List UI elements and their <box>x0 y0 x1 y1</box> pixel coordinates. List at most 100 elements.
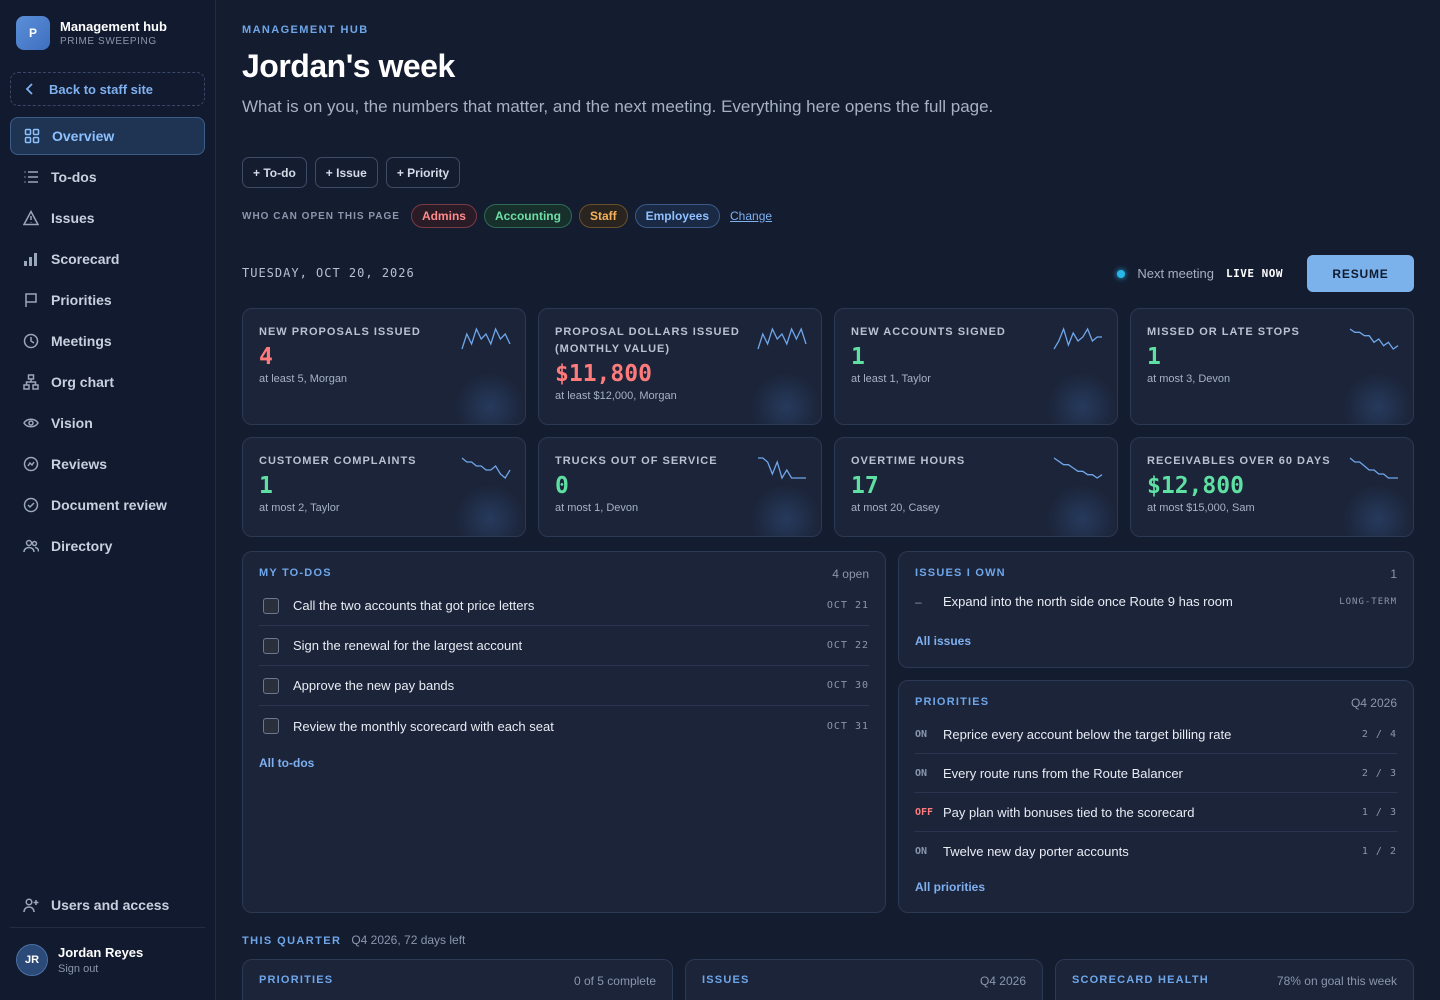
add-issue-button[interactable]: + Issue <box>314 157 378 188</box>
change-access-link[interactable]: Change <box>730 209 772 223</box>
metric-card[interactable]: CUSTOMER COMPLAINTS 1 at most 2, Taylor <box>242 437 526 537</box>
priority-progress: 1 / 3 <box>1361 806 1397 818</box>
panel-title: PRIORITIES <box>915 696 990 708</box>
quarter-priorities-card[interactable]: PRIORITIES 0 of 5 complete <box>242 959 673 1000</box>
sign-out-link[interactable]: Sign out <box>58 963 143 975</box>
card-meta: 0 of 5 complete <box>573 974 656 988</box>
live-now-badge: LIVE NOW <box>1226 267 1283 280</box>
todo-checkbox[interactable] <box>263 637 279 654</box>
back-label: Back to staff site <box>49 81 154 97</box>
priority-list: ON Reprice every account below the targe… <box>915 715 1397 871</box>
sidebar-item-meetings[interactable]: Meetings <box>10 322 205 360</box>
card-meta: 78% on goal this week <box>1276 974 1397 988</box>
issues-count: 1 <box>1390 567 1397 581</box>
sparkline-chart <box>1349 328 1399 350</box>
priority-status: OFF <box>915 806 934 818</box>
priority-status: ON <box>915 728 928 740</box>
todo-checkbox[interactable] <box>263 677 279 694</box>
sparkline-chart <box>757 327 807 350</box>
priority-item[interactable]: ON Reprice every account below the targe… <box>915 715 1397 754</box>
brand-logo: P <box>16 16 50 50</box>
section-title: THIS QUARTER <box>242 935 342 947</box>
issue-item[interactable]: – Expand into the north side once Route … <box>915 594 1397 609</box>
todo-text[interactable]: Approve the new pay bands <box>293 678 827 693</box>
next-meeting-label: Next meeting <box>1137 266 1215 281</box>
brand[interactable]: P Management hub PRIME SWEEPING <box>16 16 167 50</box>
brand-subtitle: PRIME SWEEPING <box>60 36 157 47</box>
all-issues-link[interactable]: All issues <box>915 634 971 648</box>
sidebar-item-users-and-access[interactable]: Users and access <box>10 886 205 924</box>
sidebar-item-org-chart[interactable]: Org chart <box>10 363 205 401</box>
metric-card[interactable]: RECEIVABLES OVER 60 DAYS $12,800 at most $… <box>1130 437 1414 537</box>
sidebar-item-scorecard[interactable]: Scorecard <box>10 240 205 278</box>
back-to-staff-site-button[interactable]: Back to staff site <box>10 72 205 106</box>
todo-due-date: OCT 21 <box>826 600 869 611</box>
todo-text[interactable]: Review the monthly scorecard with each s… <box>293 719 827 734</box>
todo-text[interactable]: Call the two accounts that got price let… <box>293 598 827 613</box>
metric-card[interactable]: PROPOSAL DOLLARS ISSUED (MONTHLY VALUE) $… <box>538 308 822 425</box>
todo-due-date: OCT 30 <box>826 680 869 691</box>
page-eyebrow: MANAGEMENT HUB <box>242 24 369 36</box>
priority-text: Reprice every account below the target b… <box>943 726 1232 742</box>
sidebar-item-document-review[interactable]: Document review <box>10 486 205 524</box>
priority-item[interactable]: ON Every route runs from the Route Balan… <box>915 754 1397 793</box>
add-priority-button[interactable]: + Priority <box>385 157 461 188</box>
priority-text: Every route runs from the Route Balancer <box>943 765 1183 781</box>
this-quarter-header: THIS QUARTER Q4 2026, 72 days left <box>242 933 465 947</box>
org-chart-icon <box>22 374 39 391</box>
sidebar-item-directory[interactable]: Directory <box>10 527 205 565</box>
all-priorities-link[interactable]: All priorities <box>915 880 985 894</box>
all-todos-link[interactable]: All to-dos <box>259 756 314 770</box>
list-icon <box>22 169 39 186</box>
issues-i-own-panel: ISSUES I OWN 1 – Expand into the north s… <box>898 551 1414 668</box>
priorities-panel: PRIORITIES Q4 2026 ON Reprice every acco… <box>898 680 1414 913</box>
sidebar-item-issues[interactable]: Issues <box>10 199 205 237</box>
sparkline-chart <box>1053 457 1103 479</box>
sidebar-item-label: To-dos <box>51 169 97 185</box>
sidebar-item-todos[interactable]: To-dos <box>10 158 205 196</box>
user-name: Jordan Reyes <box>58 945 144 960</box>
sidebar-item-reviews[interactable]: Reviews <box>10 445 205 483</box>
user-profile[interactable]: JR Jordan Reyes Sign out <box>16 944 143 976</box>
metric-label: OVERTIME HOURS <box>851 455 966 467</box>
review-icon <box>22 456 39 473</box>
priority-item[interactable]: ON Twelve new day porter accounts 1 / 2 <box>915 832 1397 871</box>
priority-status: ON <box>915 846 928 857</box>
add-todo-button[interactable]: + To-do <box>242 157 307 188</box>
priority-item[interactable]: OFF Pay plan with bonuses tied to the sc… <box>915 793 1397 832</box>
todo-text[interactable]: Sign the renewal for the largest account <box>293 638 827 653</box>
page-access-row: WHO CAN OPEN THIS PAGE Admins Accounting… <box>242 204 772 228</box>
priority-text: Twelve new day porter accounts <box>943 844 1129 859</box>
todo-list: Call the two accounts that got price let… <box>259 586 869 746</box>
metric-card[interactable]: TRUCKS OUT OF SERVICE 0 at most 1, Devon <box>538 437 822 537</box>
metric-card[interactable]: OVERTIME HOURS 17 at most 20, Casey <box>834 437 1118 537</box>
metric-label: PROPOSAL DOLLARS ISSUED (MONTHLY VALUE) <box>555 326 740 355</box>
metric-card[interactable]: NEW PROPOSALS ISSUED 4 at least 5, Morgan <box>242 308 526 425</box>
issue-tag: LONG-TERM <box>1339 596 1397 607</box>
sparkline-trend-line <box>758 457 806 480</box>
page-title: Jordan's week <box>242 48 455 84</box>
priority-progress: 2 / 4 <box>1361 728 1397 740</box>
card-meta: Q4 2026 <box>979 974 1026 988</box>
quarter-scorecard-health-card[interactable]: SCORECARD HEALTH 78% on goal this week <box>1055 959 1414 1000</box>
sidebar-item-vision[interactable]: Vision <box>10 404 205 442</box>
sparkline-trend-line <box>757 327 807 350</box>
quarter-issues-card[interactable]: ISSUES Q4 2026 <box>685 959 1043 1000</box>
todo-checkbox[interactable] <box>263 718 279 734</box>
issue-marker: – <box>915 594 922 609</box>
metric-label: NEW ACCOUNTS SIGNED <box>851 326 1006 338</box>
my-todos-panel: MY TO-DOS 4 open Call the two accounts t… <box>242 551 886 913</box>
avatar: JR <box>16 944 48 976</box>
sidebar-item-label: Scorecard <box>51 251 120 267</box>
resume-meeting-button[interactable]: RESUME <box>1307 255 1414 292</box>
live-status-dot <box>1117 269 1126 278</box>
sidebar-item-priorities[interactable]: Priorities <box>10 281 205 319</box>
sidebar: P Management hub PRIME SWEEPING Back to … <box>0 0 216 1000</box>
panel-title: MY TO-DOS <box>259 567 332 579</box>
metric-card[interactable]: NEW ACCOUNTS SIGNED 1 at least 1, Taylor <box>834 308 1118 425</box>
metric-card[interactable]: MISSED OR LATE STOPS 1 at most 3, Devon <box>1130 308 1414 425</box>
priority-status: ON <box>915 767 928 779</box>
access-chip-admins: Admins <box>410 204 477 228</box>
sidebar-item-overview[interactable]: Overview <box>10 117 205 155</box>
todo-checkbox[interactable] <box>263 597 279 614</box>
